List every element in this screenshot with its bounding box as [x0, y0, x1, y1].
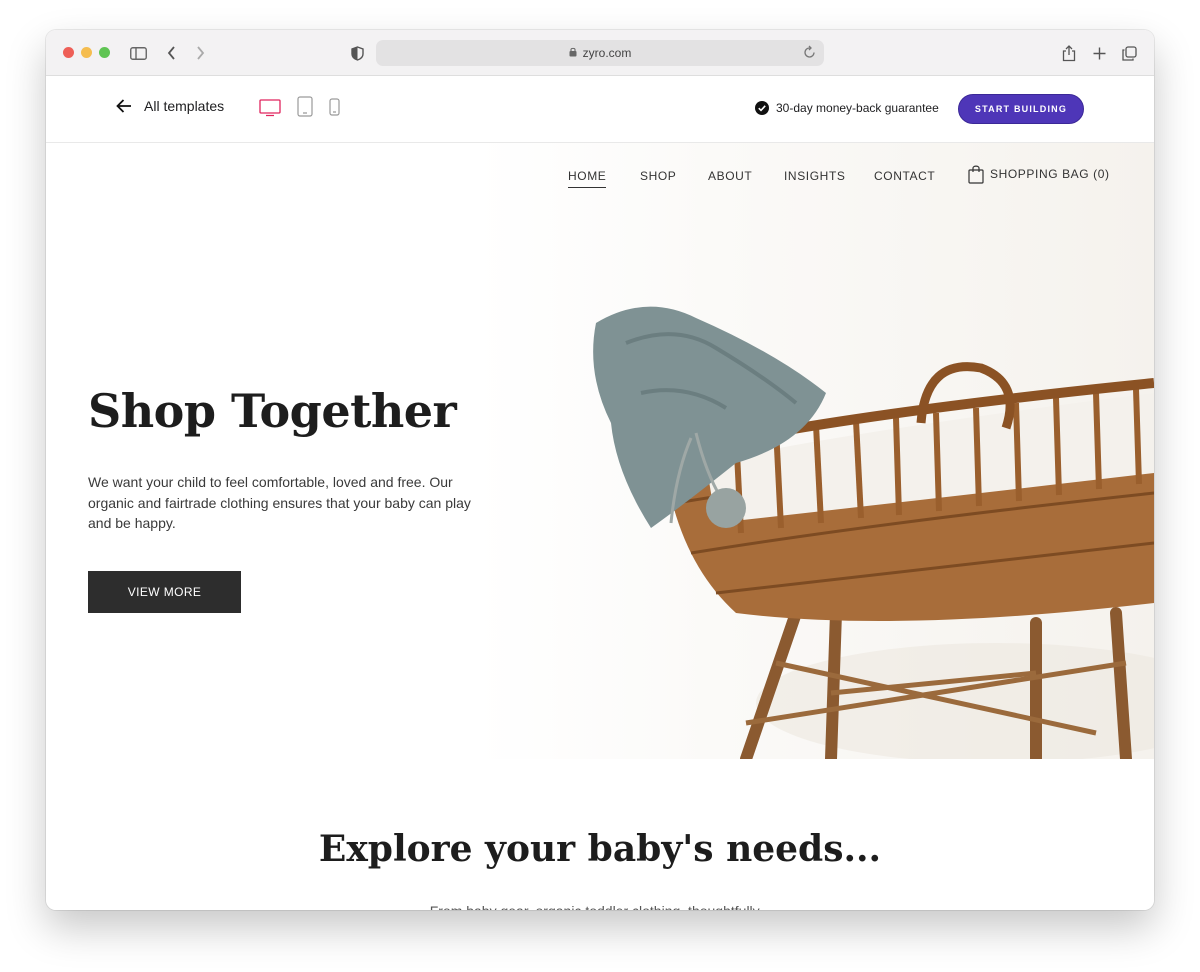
back-nav-icon[interactable] [164, 42, 178, 64]
mobile-view-icon[interactable] [329, 98, 340, 121]
url-text: zyro.com [582, 46, 632, 60]
guarantee-note: 30-day money-back guarantee [755, 101, 939, 115]
forward-nav-icon[interactable] [193, 42, 207, 64]
nav-shopping-bag[interactable]: SHOPPING BAG (0) [968, 164, 1110, 188]
nav-insights[interactable]: INSIGHTS [784, 169, 845, 187]
close-window-button[interactable] [63, 47, 74, 58]
nav-home[interactable]: HOME [568, 169, 607, 188]
lock-icon [569, 46, 577, 60]
view-more-button[interactable]: VIEW MORE [88, 571, 241, 613]
minimize-window-button[interactable] [81, 47, 92, 58]
hero-title: Shop Together [88, 384, 457, 438]
start-building-button[interactable]: START BUILDING [958, 94, 1084, 124]
shopping-bag-icon [968, 165, 984, 184]
check-circle-icon [755, 101, 769, 115]
privacy-shield-icon[interactable] [349, 42, 365, 64]
nav-about[interactable]: ABOUT [708, 169, 752, 187]
arrow-left-icon [116, 99, 131, 113]
section-subtitle: From baby gear, organic toddler clothing… [46, 903, 1154, 910]
reload-icon[interactable] [804, 45, 816, 61]
nav-shop[interactable]: SHOP [640, 169, 676, 187]
hero-description: We want your child to feel comfortable, … [88, 474, 471, 531]
site-preview: HOME SHOP ABOUT INSIGHTS CONTACT SHOPPIN… [46, 143, 1154, 910]
maximize-window-button[interactable] [99, 47, 110, 58]
section-title: Explore your baby's needs... [318, 828, 882, 870]
desktop-view-icon[interactable] [259, 99, 281, 122]
share-icon[interactable] [1060, 42, 1078, 64]
nav-contact[interactable]: CONTACT [874, 169, 935, 187]
all-templates-label: All templates [144, 98, 225, 114]
new-tab-icon[interactable] [1090, 42, 1108, 64]
browser-window: zyro.com All templates 30-day money-back… [46, 30, 1154, 910]
sidebar-toggle-icon[interactable] [128, 42, 148, 64]
editor-toolbar: All templates 30-day money-back guarante… [46, 76, 1154, 143]
address-bar[interactable]: zyro.com [376, 40, 824, 66]
hero-image-bassinet [476, 143, 1154, 759]
tablet-view-icon[interactable] [297, 96, 313, 122]
shopping-bag-label: SHOPPING BAG (0) [990, 167, 1110, 181]
tab-overview-icon[interactable] [1120, 42, 1138, 64]
guarantee-text: 30-day money-back guarantee [776, 101, 939, 115]
site-nav: HOME SHOP ABOUT INSIGHTS CONTACT SHOPPIN… [46, 165, 1154, 193]
all-templates-link[interactable]: All templates [116, 98, 224, 114]
browser-toolbar: zyro.com [46, 30, 1154, 76]
